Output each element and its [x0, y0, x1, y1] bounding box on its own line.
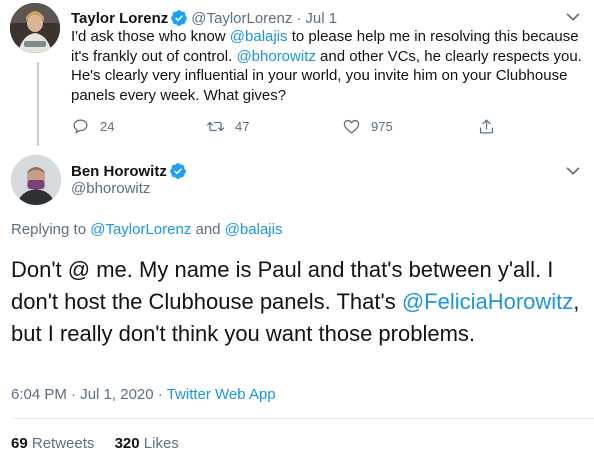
divider [11, 418, 594, 419]
retweet-icon [206, 121, 225, 131]
mention-link[interactable]: @FeliciaHorowitz [402, 289, 573, 314]
parent-tweet-text: I'd ask those who know @balajis to pleas… [71, 27, 583, 105]
verified-badge-icon [171, 10, 188, 26]
separator-dot: · [296, 9, 302, 27]
tweet-time[interactable]: 6:04 PM [11, 386, 67, 403]
likes-stat[interactable]: 320 Likes [115, 435, 179, 452]
tweet-date[interactable]: Jul 1 [305, 10, 337, 27]
replying-to-and: and [191, 221, 225, 238]
parent-tweet[interactable]: Taylor Lorenz @TaylorLorenz · Jul 1 I'd … [0, 0, 594, 146]
main-tweet-text: Don't @ me. My name is Paul and that's b… [11, 254, 589, 350]
author-handle[interactable]: @TaylorLorenz [191, 10, 292, 27]
separator-dot: · [71, 386, 77, 403]
retweet-count: 47 [235, 118, 250, 134]
mention-link[interactable]: @balajis [230, 28, 288, 45]
retweet-button[interactable]: 47 [206, 114, 249, 138]
reply-button[interactable]: 24 [71, 114, 114, 138]
tweet-actions-bar: 24 47 975 [71, 114, 501, 138]
likes-label: Likes [143, 435, 179, 452]
chevron-down-icon[interactable] [562, 6, 584, 28]
replying-to-line: Replying to @TaylorLorenz and @balajis [11, 221, 282, 238]
like-button[interactable]: 975 [342, 114, 393, 138]
tweet-metadata: 6:04 PM · Jul 1, 2020 · Twitter Web App [11, 386, 276, 403]
like-icon [343, 119, 360, 133]
retweets-label: Retweets [31, 435, 95, 452]
mention-link[interactable]: @bhorowitz [236, 48, 315, 65]
engagement-stats: 69 Retweets 320 Likes [11, 435, 195, 452]
main-tweet-header: Ben Horowitz [71, 160, 190, 182]
mention-link[interactable]: @balajis [225, 221, 283, 238]
like-count: 975 [371, 118, 393, 134]
chevron-down-icon[interactable] [562, 160, 584, 182]
parent-tweet-header: Taylor Lorenz @TaylorLorenz · Jul 1 [71, 8, 337, 28]
tweet-source-link[interactable]: Twitter Web App [167, 386, 276, 403]
likes-count: 320 [114, 435, 140, 452]
author-name[interactable]: Ben Horowitz [71, 163, 167, 180]
author-handle[interactable]: @bhorowitz [71, 180, 150, 197]
tweet-text-segment: I'd ask those who know [71, 28, 230, 45]
thread-connector-line [37, 62, 39, 146]
reply-icon [73, 119, 88, 133]
retweets-count: 69 [11, 435, 28, 452]
avatar-taylor-lorenz[interactable] [10, 3, 60, 53]
author-name[interactable]: Taylor Lorenz [71, 10, 168, 27]
separator-dot: · [157, 386, 163, 403]
share-icon [479, 119, 494, 133]
tweet-full-date[interactable]: Jul 1, 2020 [80, 386, 153, 403]
avatar-ben-horowitz[interactable] [11, 155, 61, 205]
verified-badge-icon [169, 163, 186, 179]
share-button[interactable] [477, 114, 506, 138]
mention-link[interactable]: @TaylorLorenz [90, 221, 191, 238]
replying-to-prefix: Replying to [11, 221, 91, 238]
reply-count: 24 [100, 118, 115, 134]
retweets-stat[interactable]: 69 Retweets [11, 435, 94, 452]
